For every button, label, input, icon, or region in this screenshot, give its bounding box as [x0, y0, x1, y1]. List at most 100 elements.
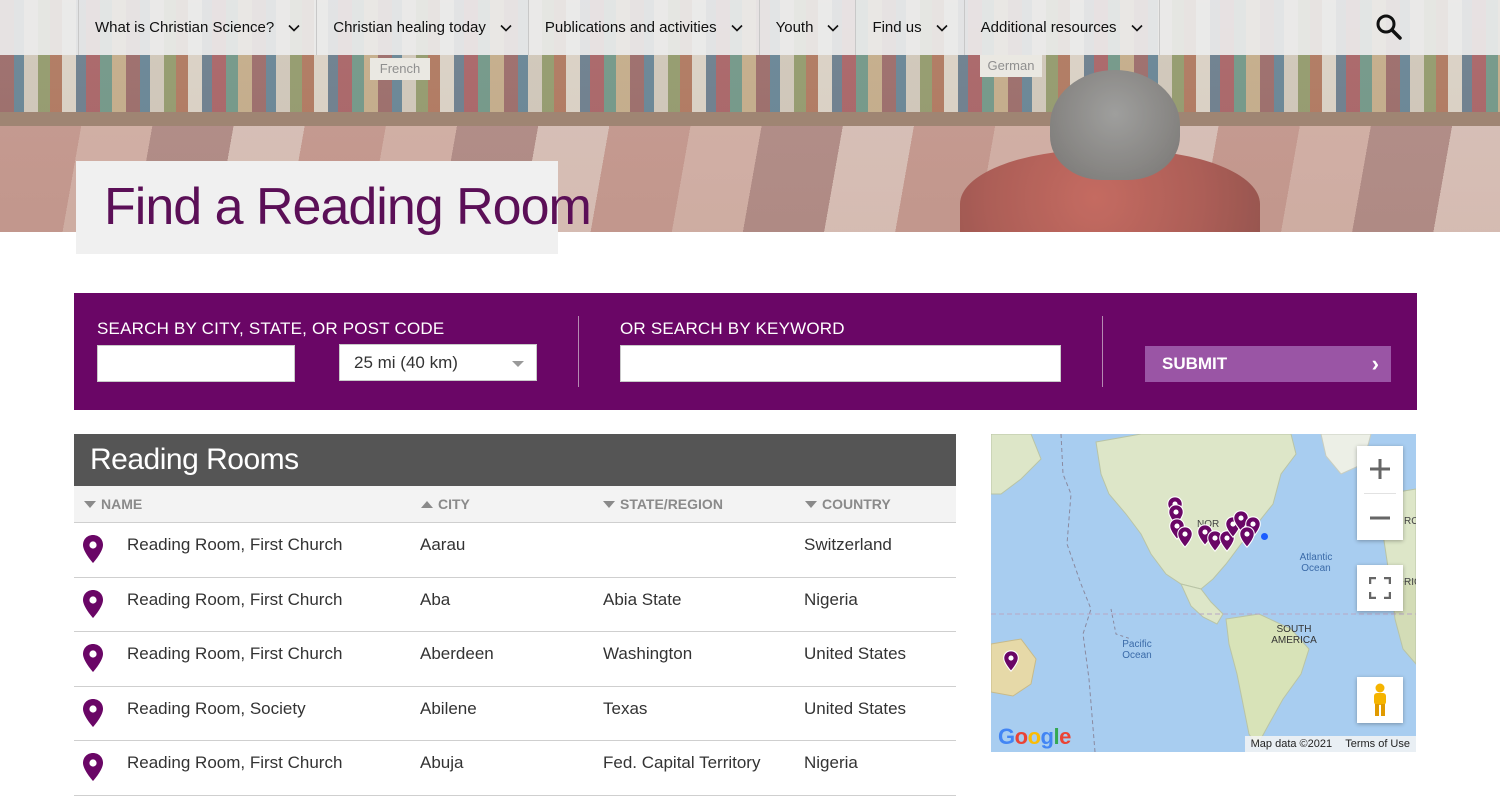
reading-rooms-table: Reading Rooms NAME CITY STATE/REGION COU…	[74, 434, 956, 796]
nav-item-publications-and-activities[interactable]: Publications and activities	[527, 0, 759, 55]
map-label-ro: RO	[1404, 516, 1416, 527]
row-country: United States	[804, 698, 907, 718]
sort-down-icon	[603, 501, 615, 508]
table-header-row: NAME CITY STATE/REGION COUNTRY	[74, 486, 956, 523]
map-pin-icon	[83, 535, 103, 563]
map-label-south-america: SOUTH AMERICA	[1271, 624, 1317, 646]
table-row[interactable]: Reading Room, Society Abilene Texas Unit…	[74, 687, 956, 741]
column-header-label: CITY	[438, 496, 470, 512]
chevron-down-icon	[288, 24, 300, 32]
row-state: Texas	[603, 698, 648, 718]
distance-select[interactable]: 25 mi (40 km)	[339, 344, 537, 381]
map-canvas	[991, 434, 1416, 752]
search-icon[interactable]	[1374, 12, 1404, 42]
reading-rooms-map[interactable]: NOR Atlantic Ocean SOUTH AMERICA Pacific…	[991, 434, 1416, 752]
keyword-search-input[interactable]	[620, 345, 1061, 382]
column-header-state[interactable]: STATE/REGION	[603, 486, 723, 523]
row-country: Nigeria	[804, 589, 858, 609]
chevron-down-icon	[500, 24, 512, 32]
page-title-box: Find a Reading Room	[76, 161, 592, 254]
google-logo[interactable]: Google	[998, 724, 1071, 750]
fullscreen-icon	[1369, 577, 1391, 599]
column-header-label: STATE/REGION	[620, 496, 723, 512]
nav-item-youth[interactable]: Youth	[758, 0, 856, 55]
map-pin-icon[interactable]	[1003, 650, 1019, 672]
chevron-right-icon: ›	[1371, 351, 1379, 376]
nav-item-find-us[interactable]: Find us	[855, 0, 963, 55]
row-name: Reading Room, First Church	[127, 644, 343, 663]
nav-item-what-is-christian-science[interactable]: What is Christian Science?	[78, 0, 316, 55]
map-label-pacific: Pacific Ocean	[1122, 639, 1152, 661]
pegman-icon	[1374, 683, 1386, 716]
row-name: Reading Room, Society	[127, 698, 306, 718]
top-nav: What is Christian Science? Christian hea…	[0, 0, 1500, 55]
sort-up-icon	[421, 501, 433, 508]
row-state: Washington	[603, 644, 693, 663]
nav-item-label: Christian healing today	[333, 19, 486, 36]
table-row[interactable]: Reading Room, First Church Aba Abia Stat…	[74, 578, 956, 632]
map-label-atlantic: Atlantic Ocean	[1299, 552, 1333, 574]
nav-item-label: Youth	[775, 19, 814, 36]
column-header-country[interactable]: COUNTRY	[805, 486, 891, 523]
row-country: United States	[804, 644, 907, 663]
table-title: Reading Rooms	[74, 434, 956, 486]
map-attribution: Map data ©2021 Terms of Use	[1244, 736, 1416, 752]
zoom-in-icon[interactable]	[1369, 458, 1391, 480]
street-view-button[interactable]	[1357, 677, 1403, 723]
table-row[interactable]: Reading Room, First Church Abuja Fed. Ca…	[74, 741, 956, 796]
nav-item-label: Find us	[872, 19, 922, 36]
map-pin-icon	[83, 589, 103, 618]
chevron-down-icon	[1130, 24, 1143, 32]
nav-item-christian-healing-today[interactable]: Christian healing today	[316, 0, 528, 55]
location-search-input[interactable]	[97, 345, 295, 382]
keyword-search-label: OR SEARCH BY KEYWORD	[620, 319, 845, 338]
row-name: Reading Room, First Church	[127, 589, 343, 609]
zoom-control	[1357, 446, 1403, 540]
map-pin-icon	[83, 698, 103, 727]
page-title: Find a Reading Room	[104, 178, 592, 236]
column-header-label: NAME	[101, 496, 143, 512]
location-search-label: SEARCH BY CITY, STATE, OR POST CODE	[97, 319, 445, 338]
row-city: Aarau	[420, 535, 466, 554]
submit-button-label: SUBMIT	[1162, 354, 1228, 373]
sort-down-icon	[84, 501, 96, 508]
nav-menu: What is Christian Science? Christian hea…	[78, 0, 1160, 55]
table-row[interactable]: Reading Room, First Church Aberdeen Wash…	[74, 632, 956, 687]
map-label-ric: RIC	[1404, 577, 1416, 588]
submit-button[interactable]: SUBMIT ›	[1145, 346, 1391, 382]
nav-item-additional-resources[interactable]: Additional resources	[963, 0, 1160, 55]
nav-item-label: What is Christian Science?	[95, 19, 275, 36]
divider	[1102, 316, 1103, 387]
row-state: Abia State	[603, 589, 682, 609]
sort-down-icon	[805, 501, 817, 508]
chevron-down-icon	[936, 24, 948, 32]
row-state: Fed. Capital Territory	[603, 753, 761, 772]
nav-item-label: Publications and activities	[544, 19, 717, 36]
zoom-out-icon[interactable]	[1369, 507, 1391, 529]
terms-of-use-link[interactable]: Terms of Use	[1345, 738, 1410, 750]
row-country: Nigeria	[804, 753, 858, 772]
user-location-dot	[1261, 533, 1268, 540]
row-city: Aberdeen	[420, 644, 494, 663]
search-panel: SEARCH BY CITY, STATE, OR POST CODE 25 m…	[74, 293, 1417, 410]
map-pin-icon	[83, 753, 103, 781]
row-city: Aba	[420, 589, 451, 609]
table-row[interactable]: Reading Room, First Church Aarau Switzer…	[74, 523, 956, 578]
divider	[1364, 493, 1396, 494]
row-country: Switzerland	[804, 535, 892, 554]
column-header-label: COUNTRY	[822, 496, 891, 512]
map-pin-icon[interactable]	[1177, 526, 1193, 548]
row-city: Abilene	[420, 698, 477, 718]
dropdown-caret-icon	[512, 361, 524, 367]
chevron-down-icon	[731, 24, 743, 32]
row-city: Abuja	[420, 753, 464, 772]
column-header-name[interactable]: NAME	[84, 486, 142, 523]
row-name: Reading Room, First Church	[127, 753, 343, 772]
row-name: Reading Room, First Church	[127, 535, 343, 554]
map-pin-icon	[83, 644, 103, 672]
distance-select-value: 25 mi (40 km)	[354, 353, 458, 372]
map-pin-icon[interactable]	[1239, 526, 1255, 548]
map-data-credit: Map data ©2021	[1250, 738, 1333, 750]
fullscreen-button[interactable]	[1357, 565, 1403, 611]
column-header-city[interactable]: CITY	[421, 486, 470, 523]
